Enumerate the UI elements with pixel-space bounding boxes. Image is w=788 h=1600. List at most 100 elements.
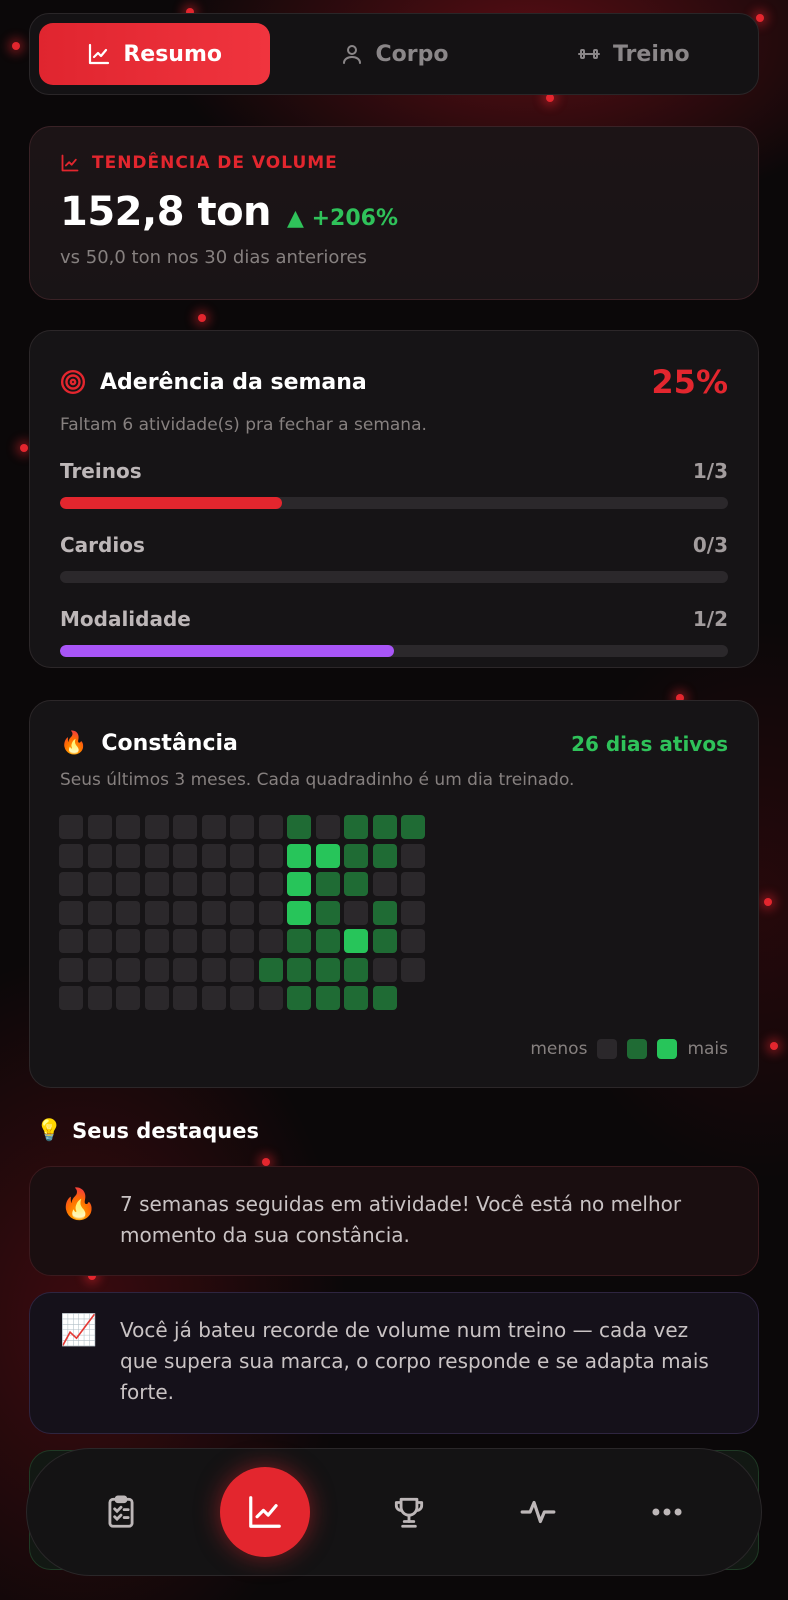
heatmap-day — [173, 900, 197, 925]
heatmap-day — [59, 957, 83, 982]
heatmap-day — [230, 900, 254, 925]
flame-icon: 🔥 — [60, 731, 88, 756]
heatmap-legend: menos mais — [530, 1039, 728, 1059]
constancy-title: Constância — [101, 731, 238, 756]
chart-line-icon — [89, 43, 110, 65]
highlight-item[interactable]: 📈 Você já bateu recorde de volume num tr… — [29, 1292, 759, 1434]
activity-pulse-icon — [520, 1500, 556, 1524]
heatmap-day — [87, 815, 112, 839]
heatmap-day — [258, 900, 283, 925]
volume-value: 152,8 ton — [60, 189, 272, 235]
bar-label: Cardios — [60, 533, 145, 557]
volume-delta: ▲ +206% — [287, 206, 399, 231]
heatmap-day — [401, 843, 425, 868]
heatmap-day — [116, 872, 140, 896]
heatmap-day — [201, 872, 226, 896]
heatmap-day — [287, 957, 311, 982]
heatmap-day — [315, 900, 340, 925]
adherence-subtitle: Faltam 6 atividade(s) pra fechar a seman… — [60, 415, 427, 435]
heatmap-day — [344, 872, 368, 896]
bar-count: 0/3 — [692, 533, 728, 557]
heatmap-day — [230, 843, 254, 868]
heatmap-day — [87, 929, 112, 953]
bg-dot — [262, 1158, 270, 1166]
nav-activity[interactable] — [508, 1482, 568, 1542]
progress-cardios: Cardios 0/3 — [60, 533, 728, 583]
highlights-heading: 💡 Seus destaques — [36, 1118, 259, 1143]
constancy-subtitle: Seus últimos 3 meses. Cada quadradinho é… — [60, 770, 575, 790]
heatmap-day — [173, 843, 197, 868]
highlight-item[interactable]: 🔥 7 semanas seguidas em atividade! Você … — [29, 1166, 759, 1276]
heatmap-day — [59, 986, 83, 1010]
nav-more[interactable] — [637, 1482, 697, 1542]
heatmap-day — [258, 872, 283, 896]
bg-dot — [198, 314, 206, 322]
adherence-percent: 25% — [651, 363, 728, 401]
heatmap-day — [344, 900, 368, 925]
bar-fill — [60, 497, 283, 509]
heatmap-day — [230, 957, 254, 982]
heatmap-day — [116, 986, 140, 1010]
heatmap-day — [144, 872, 169, 896]
heatmap-day — [287, 872, 311, 896]
progress-modalidade: Modalidade 1/2 — [60, 607, 728, 657]
heatmap-day — [59, 843, 83, 868]
heatmap-day — [372, 986, 397, 1010]
tab-label: Resumo — [123, 41, 222, 67]
heatmap-day — [230, 929, 254, 953]
heatmap-day — [401, 900, 425, 925]
heatmap-day — [315, 872, 340, 896]
bg-dot — [546, 94, 554, 102]
heatmap-day — [315, 986, 340, 1010]
bar-count: 1/3 — [692, 459, 728, 483]
heatmap-day — [201, 929, 226, 953]
legend-cell-low — [627, 1039, 648, 1059]
tab-treino[interactable]: Treino — [518, 23, 749, 85]
heatmap-day — [401, 957, 425, 982]
progress-treinos: Treinos 1/3 — [60, 459, 728, 509]
heatmap-day — [201, 986, 226, 1010]
bar-fill — [60, 645, 394, 657]
heatmap-day — [401, 929, 425, 953]
heatmap-day — [201, 900, 226, 925]
heatmap-day — [116, 929, 140, 953]
bar-count: 1/2 — [692, 607, 728, 631]
heatmap-day — [315, 815, 340, 839]
heatmap-day — [372, 872, 397, 896]
heatmap-day — [144, 957, 169, 982]
heatmap-day — [258, 986, 283, 1010]
tab-corpo[interactable]: Corpo — [278, 23, 509, 85]
adherence-card: Aderência da semana 25% Faltam 6 ativida… — [29, 330, 759, 668]
volume-heading: TENDÊNCIA DE VOLUME — [60, 153, 728, 173]
tab-label: Corpo — [375, 41, 449, 67]
nav-achievements[interactable] — [379, 1482, 439, 1542]
heatmap-day — [230, 986, 254, 1010]
activity-heatmap — [59, 815, 425, 1010]
heatmap-day — [344, 986, 368, 1010]
heatmap-day — [173, 986, 197, 1010]
bottom-nav — [26, 1448, 762, 1576]
tab-resumo[interactable]: Resumo — [39, 23, 271, 85]
volume-comparison: vs 50,0 ton nos 30 dias anteriores — [60, 247, 367, 268]
heatmap-day — [201, 815, 226, 839]
heatmap-day — [258, 929, 283, 953]
heatmap-day — [59, 929, 83, 953]
heatmap-day — [230, 815, 254, 839]
bg-dot — [764, 898, 772, 906]
legend-cell-high — [657, 1039, 678, 1059]
heatmap-day — [116, 843, 140, 868]
target-icon — [60, 369, 86, 395]
heatmap-day — [201, 843, 226, 868]
heatmap-day — [315, 843, 340, 868]
heatmap-day — [59, 815, 83, 839]
heatmap-day — [173, 815, 197, 839]
nav-workouts[interactable] — [91, 1482, 151, 1542]
nav-summary[interactable] — [220, 1467, 311, 1557]
highlight-text: Você já bateu recorde de volume num trei… — [120, 1318, 709, 1404]
bar-label: Treinos — [60, 459, 142, 483]
heatmap-day — [144, 986, 169, 1010]
heatmap-day — [258, 843, 283, 868]
legend-less: menos — [530, 1039, 588, 1059]
heatmap-day — [116, 957, 140, 982]
heatmap-day — [59, 900, 83, 925]
